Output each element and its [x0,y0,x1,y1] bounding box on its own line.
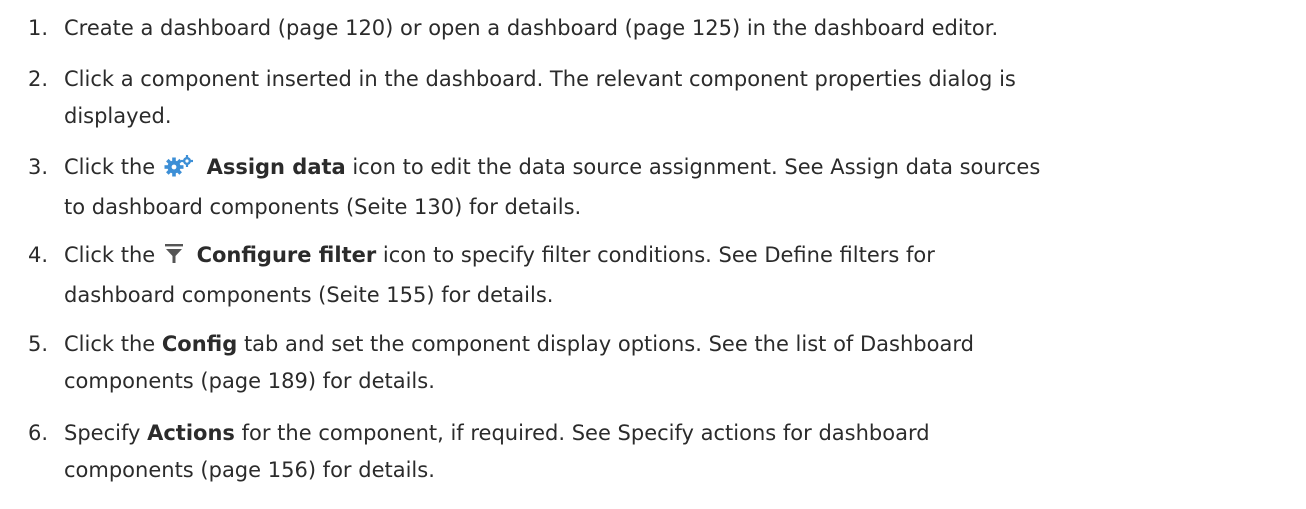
step-5-post: tab and set the component display option… [243,332,974,356]
gears-icon [164,152,194,189]
step-1-text: Create a dashboard (page 120) or open a … [64,16,999,40]
step-text: Click the Assign data icon to edit the d… [64,149,1300,226]
step-number: 4. [28,243,49,267]
step-text: Create a dashboard (page 120) or open a … [64,10,1300,47]
step-number: 3. [28,155,49,179]
step-text: Click the Config tab and set the compone… [64,326,1300,400]
step-5-pre: Click the [64,332,156,356]
configure-filter-label: Configure filter [196,243,377,267]
step-number: 1. [28,16,49,40]
step-text: Click a component inserted in the dashbo… [64,61,1300,135]
step-6-post: for the component, if required. See Spec… [241,421,930,445]
step-4-line-1: Click the Configure filter icon to speci… [64,237,1300,277]
step-6-line-2: components (page 156) for details. [64,458,435,482]
step-4-post: icon to specify filter conditions. See D… [382,243,935,267]
step-6-line-1: Specify Actions for the component, if re… [64,415,1300,452]
step-2-line-1: Click a component inserted in the dashbo… [64,67,1016,91]
step-5-line-2: components (page 189) for details. [64,369,435,393]
step-5-line-1: Click the Config tab and set the compone… [64,326,1300,363]
actions-label: Actions [147,421,235,445]
step-6-pre: Specify [64,421,141,445]
step-3-line-2: to dashboard components (Seite 130) for … [64,195,582,219]
step-4-line-2: dashboard components (Seite 155) for det… [64,283,554,307]
step-3-line-1: Click the Assign data icon to edit the d… [64,149,1300,189]
step-number: 6. [28,421,49,445]
step-number: 2. [28,67,49,91]
config-tab-label: Config [161,332,238,356]
step-3-pre: Click the [64,155,156,179]
step-2-line-2: displayed. [64,104,172,128]
numbered-step-list: 1. Create a dashboard (page 120) or open… [0,0,1306,509]
step-4-pre: Click the [64,243,156,267]
step-text: Click the Configure filter icon to speci… [64,237,1300,314]
step-text: Specify Actions for the component, if re… [64,415,1300,489]
assign-data-label: Assign data [206,155,346,179]
step-number: 5. [28,332,49,356]
filter-icon [164,240,184,277]
step-3-post: icon to edit the data source assignment.… [352,155,1041,179]
